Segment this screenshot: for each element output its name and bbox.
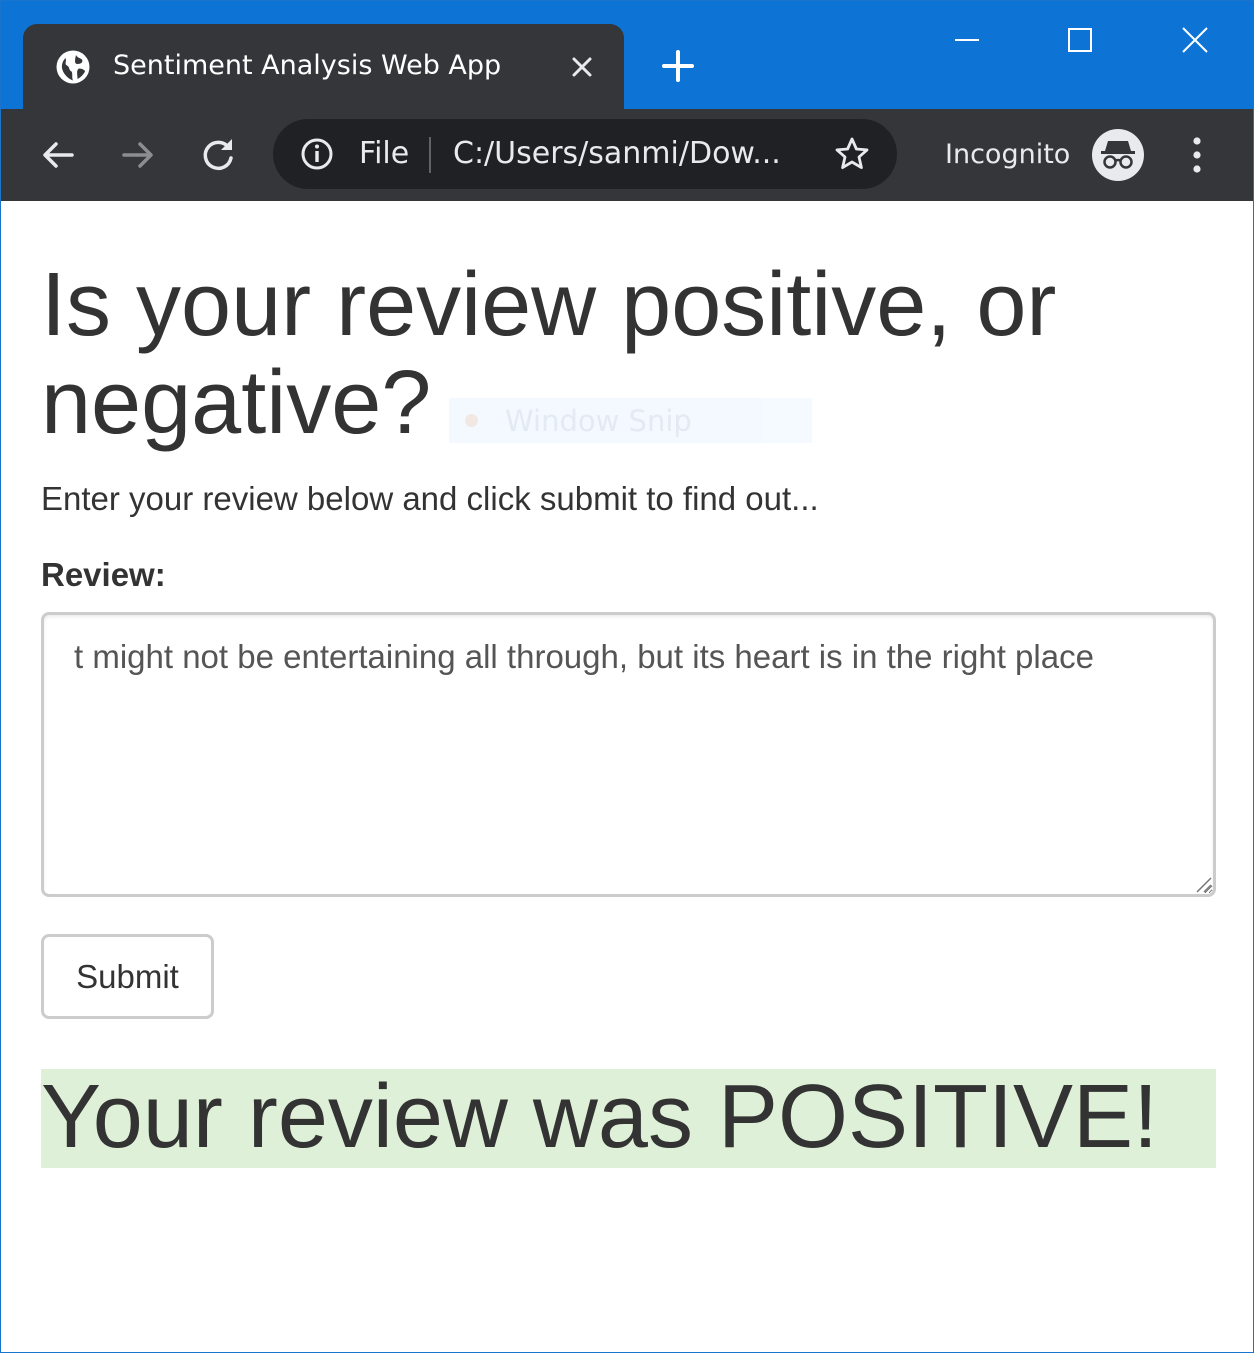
result-text: Your review was POSITIVE! bbox=[41, 1067, 1159, 1167]
close-icon[interactable] bbox=[568, 53, 596, 81]
star-icon[interactable] bbox=[833, 135, 871, 173]
info-icon[interactable] bbox=[299, 136, 335, 172]
scheme-label[interactable]: File bbox=[359, 134, 409, 174]
review-label: Review: bbox=[41, 556, 166, 593]
kebab-menu-icon[interactable] bbox=[1181, 131, 1213, 179]
submit-button[interactable]: Submit bbox=[41, 934, 214, 1019]
instructions-text: Enter your review below and click submit… bbox=[41, 480, 819, 517]
incognito-avatar[interactable] bbox=[1092, 129, 1144, 181]
reload-icon[interactable] bbox=[196, 133, 240, 177]
title-bar: Sentiment Analysis Web App bbox=[1, 1, 1253, 109]
arrow-left-icon[interactable] bbox=[36, 133, 80, 177]
page-content: Is your review positive, or negative? Wi… bbox=[1, 201, 1253, 1351]
browser-window: Sentiment Analysis Web App File C:/Users… bbox=[0, 0, 1254, 1353]
review-textarea[interactable]: t might not be entertaining all through,… bbox=[41, 612, 1216, 897]
minimize-icon[interactable] bbox=[944, 19, 990, 65]
snip-label: Window Snip bbox=[505, 404, 692, 438]
window-snip-overlay: Window Snip bbox=[449, 398, 812, 443]
result-banner: Your review was POSITIVE! bbox=[41, 1067, 1216, 1168]
address-separator bbox=[429, 137, 431, 173]
browser-tab[interactable]: Sentiment Analysis Web App bbox=[23, 24, 624, 109]
globe-icon bbox=[56, 50, 90, 84]
incognito-icon bbox=[1101, 141, 1135, 169]
incognito-label: Incognito bbox=[945, 139, 1071, 170]
tab-title: Sentiment Analysis Web App bbox=[113, 50, 502, 81]
arrow-right-icon[interactable] bbox=[116, 133, 160, 177]
browser-toolbar: File C:/Users/sanmi/Dow... Incognito bbox=[1, 109, 1253, 201]
close-window-icon[interactable] bbox=[1172, 19, 1218, 65]
snip-dot bbox=[465, 414, 478, 427]
plus-icon[interactable] bbox=[657, 45, 699, 87]
maximize-icon[interactable] bbox=[1057, 19, 1103, 65]
url-text[interactable]: C:/Users/sanmi/Dow... bbox=[453, 134, 781, 174]
address-bar[interactable]: File C:/Users/sanmi/Dow... bbox=[273, 119, 897, 189]
